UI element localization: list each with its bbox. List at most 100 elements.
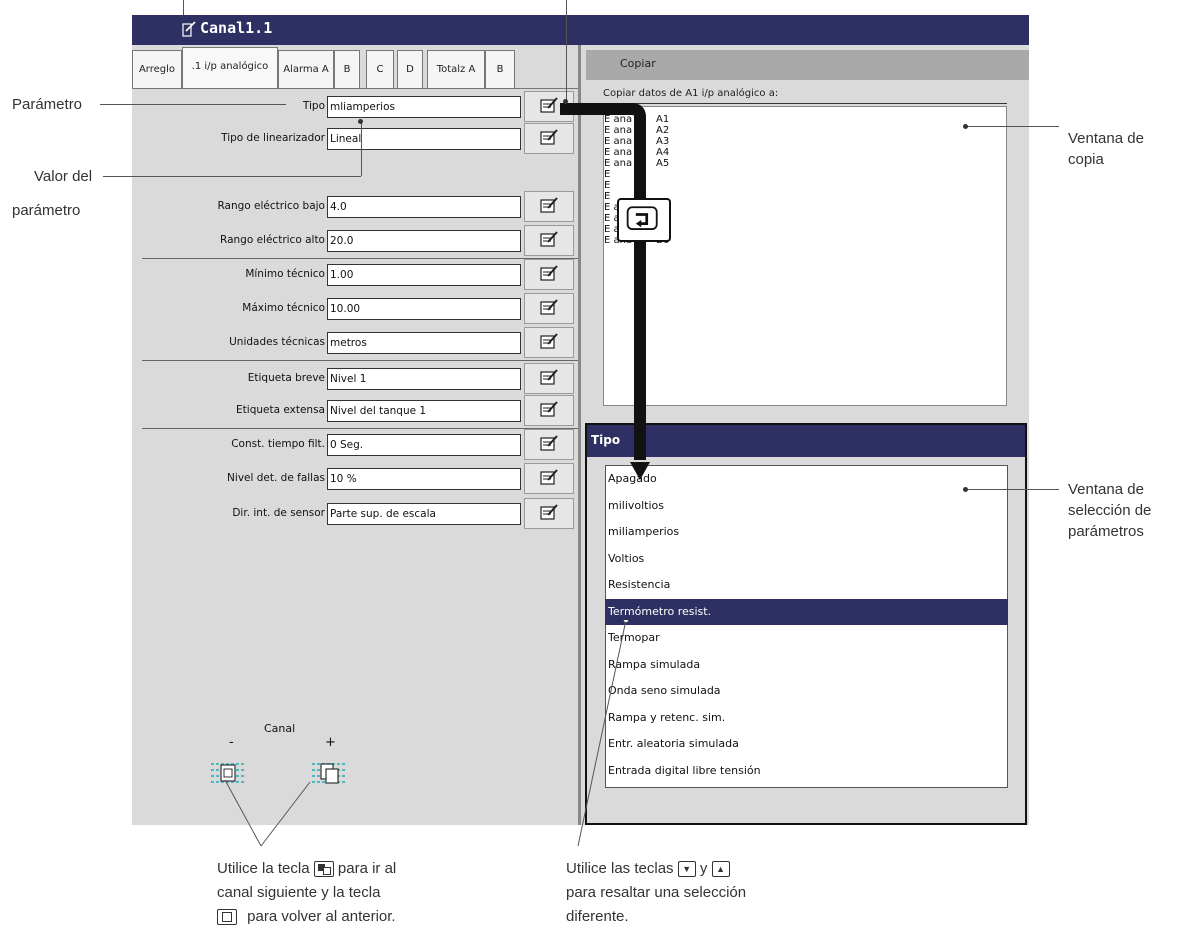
annotation-valor-line2: parámetro [12,202,81,219]
param-value-field[interactable]: Nivel del tanque 1 [327,400,521,422]
leader-dot [963,124,968,129]
annotation-valor-line1: Valor del [34,168,93,185]
tipo-option[interactable]: Resistencia [605,572,1008,598]
leader-dot [563,99,568,104]
copy-window-header: Copiar [586,50,1029,80]
next-key-icon [313,861,334,878]
param-label: Etiqueta extensa [236,404,325,416]
tipo-option[interactable]: Termómetro resist. [605,598,1008,625]
tab-arreglo[interactable]: Arreglo [132,50,182,88]
annotation-sel-line1: Ventana de [1068,481,1144,498]
param-label: Etiqueta breve [247,372,325,384]
param-label: Rango eléctrico bajo [217,200,325,212]
edit-icon [539,96,559,118]
tipo-option[interactable]: Entr. aleatoria simulada [605,731,1008,757]
copy-header-label: Copiar [620,57,656,70]
edit-icon [539,368,559,390]
bottom-leader-lines [224,620,629,847]
tipo-option[interactable]: Termopar [605,625,1008,651]
bottom-right-line1-b: y [699,860,708,877]
bottom-left-line2: canal siguiente y la tecla [217,884,381,901]
copy-title: Copiar datos de A1 i/p analógico a: [603,88,779,99]
leader-dot [358,119,363,124]
flow-arrow-graphic [560,103,650,480]
leader-line [183,0,184,15]
leader-line [100,104,286,105]
leader-line [103,176,361,177]
param-value-field[interactable]: 4.0 [327,196,521,218]
bottom-left-line3: para volver al anterior. [217,906,396,927]
bottom-left-line3-text: para volver al anterior. [247,908,396,925]
param-value-field[interactable]: 1.00 [327,264,521,286]
edit-icon [539,230,559,252]
tab-ip-analogico[interactable]: .1 i/p analógico [182,47,278,89]
edit-icon [539,332,559,354]
tab-c[interactable]: C [366,50,394,88]
tipo-option[interactable]: miliamperios [605,519,1008,545]
edit-icon [539,196,559,218]
tab-baseline [132,88,578,89]
tipo-option[interactable]: Entrada digital libre tensión [605,758,1008,784]
param-label: Const. tiempo filt. [231,438,325,450]
edit-icon [539,264,559,286]
bottom-right-line1: Utilice las teclas ▼ y ▲ [566,858,730,879]
param-value-field[interactable]: 0 Seg. [327,434,521,456]
param-label: Tipo de linearizador [221,132,325,144]
edit-icon [539,434,559,456]
annotation-parametro: Parámetro [12,96,83,113]
edit-icon [539,468,559,490]
up-arrow-key-icon: ▲ [711,861,730,878]
edit-icon [539,298,559,320]
param-label: Rango eléctrico alto [220,234,325,246]
tab-totalz-a[interactable]: Totalz A [427,50,485,88]
tab-b-2[interactable]: B [485,50,515,88]
param-label: Unidades técnicas [229,336,325,348]
param-label: Mínimo técnico [245,268,325,280]
param-value-field[interactable]: metros [327,332,521,354]
param-value-field[interactable]: 10.00 [327,298,521,320]
tab-b[interactable]: B [334,50,360,88]
leader-line [966,489,1059,490]
param-label: Tipo [302,100,325,112]
param-value-field[interactable]: 10 % [327,468,521,490]
window-titlebar: Canal1.1 [132,15,1029,45]
annotation-copia-line2: copia [1068,151,1104,168]
annotation-sel-line2: selección de [1068,502,1152,519]
leader-line [966,126,1059,127]
bottom-right-line3: diferente. [566,908,629,925]
tipo-option[interactable]: Voltios [605,546,1008,572]
param-label: Máximo técnico [242,302,325,314]
copy-key-icon [617,198,671,242]
param-value-field[interactable]: Parte sup. de escala [327,503,521,525]
tipo-option[interactable]: Rampa y retenc. sim. [605,705,1008,731]
window-title: Canal1.1 [200,19,273,37]
param-label: Dir. int. de sensor [232,507,325,519]
param-value-field[interactable]: Lineal [327,128,521,150]
leader-dot [963,487,968,492]
edit-icon [539,503,559,525]
edit-param-button[interactable] [524,498,574,529]
bottom-left-line1-a: Utilice la tecla [217,860,310,877]
bottom-right-line2: para resaltar una selección [566,884,747,901]
leader-line [361,122,362,176]
edit-icon [539,128,559,150]
separator [142,428,578,429]
bottom-right-line1-a: Utilice las teclas [566,860,674,877]
tab-alarma-a[interactable]: Alarma A [278,50,334,88]
separator [142,360,578,361]
param-value-field[interactable]: Nivel 1 [327,368,521,390]
down-arrow-key-icon: ▼ [677,861,696,878]
param-value-field[interactable]: 20.0 [327,230,521,252]
leader-line [566,0,567,100]
separator [142,258,578,259]
param-value-field[interactable]: mliamperios [327,96,521,118]
annotation-sel-line3: parámetros [1068,523,1144,540]
edit-icon [539,400,559,422]
channel-icon [182,21,196,37]
prev-key-icon [217,909,237,926]
tipo-option[interactable]: Rampa simulada [605,652,1008,678]
param-label: Nivel det. de fallas [227,472,325,484]
tab-d[interactable]: D [397,50,423,88]
tipo-option[interactable]: Onda seno simulada [605,678,1008,704]
bottom-left-line1: Utilice la tecla para ir al [217,858,396,879]
